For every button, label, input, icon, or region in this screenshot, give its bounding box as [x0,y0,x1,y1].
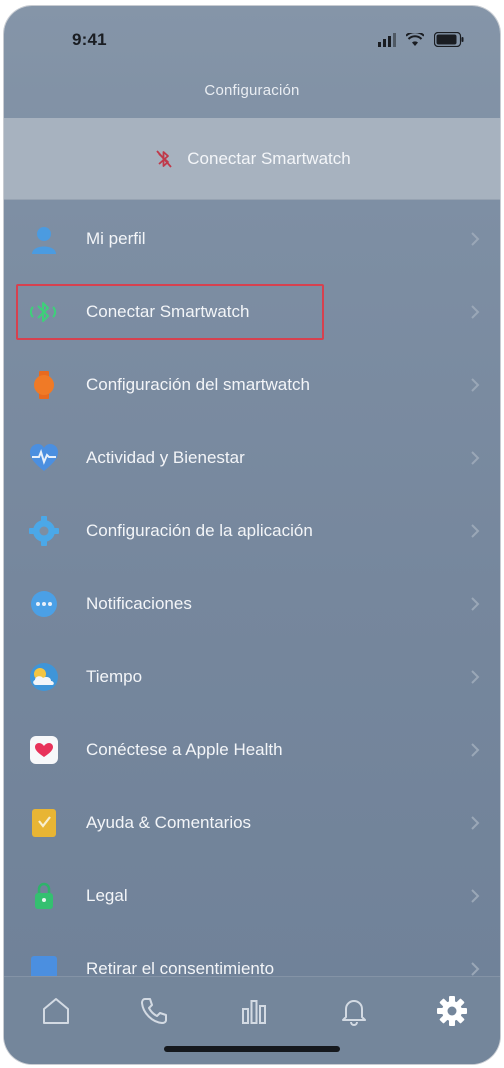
chevron-right-icon [471,961,480,976]
menu-item-label: Notificaciones [86,593,192,613]
menu-item-weather[interactable]: Tiempo [4,640,500,713]
chevron-right-icon [471,231,480,246]
bluetooth-icon [26,294,62,330]
weather-icon [26,659,62,695]
connect-smartwatch-banner[interactable]: Conectar Smartwatch [4,118,500,200]
menu-item-label: Configuración del smartwatch [86,374,310,394]
menu-item-label: Ayuda & Comentarios [86,812,252,832]
menu-item-help-feedback[interactable]: Ayuda & Comentarios [4,786,500,859]
status-icons [378,32,464,47]
tab-stats[interactable] [234,991,274,1031]
chat-bubble-icon [26,586,62,622]
chevron-right-icon [471,669,480,684]
health-icon [26,732,62,768]
signal-icon [378,32,396,47]
tab-settings[interactable] [432,991,472,1031]
phone-icon [141,998,167,1024]
menu-item-withdraw-consent[interactable]: Retirar el consentimiento [4,932,500,978]
bluetooth-off-icon [156,149,172,168]
chevron-right-icon [471,377,480,392]
menu-item-connect-smartwatch[interactable]: Conectar Smartwatch [4,275,500,348]
chevron-right-icon [471,304,480,319]
menu-item-label: Conectar Smartwatch [86,301,250,321]
tab-home[interactable] [36,991,76,1031]
menu-item-activity-wellness[interactable]: Actividad y Bienestar [4,421,500,494]
document-icon [26,951,62,978]
banner-label: Conectar Smartwatch [187,148,351,168]
settings-icon [437,996,467,1026]
menu-item-label: Mi perfil [86,228,146,248]
menu-item-label: Tiempo [86,666,143,686]
menu-item-notifications[interactable]: Notificaciones [4,567,500,640]
status-bar: 9:41 [4,6,500,70]
menu-item-smartwatch-settings[interactable]: Configuración del smartwatch [4,348,500,421]
chevron-right-icon [471,815,480,830]
menu-item-label: Legal [86,885,128,905]
stats-icon [242,1000,266,1024]
tab-notifications[interactable] [334,991,374,1031]
chevron-right-icon [471,450,480,465]
chevron-right-icon [471,888,480,903]
menu-item-label: Actividad y Bienestar [86,447,245,467]
chevron-right-icon [471,523,480,538]
bell-icon [342,1000,366,1026]
home-icon [43,998,69,1024]
battery-icon [434,32,464,47]
tab-phone[interactable] [134,991,174,1031]
gear-icon [26,513,62,549]
heart-activity-icon [26,440,62,476]
menu-item-apple-health[interactable]: Conéctese a Apple Health [4,713,500,786]
lock-icon [26,878,62,914]
watch-icon [26,367,62,403]
chevron-right-icon [471,596,480,611]
page-title: Configuración [204,82,300,99]
chevron-right-icon [471,742,480,757]
home-indicator [164,1046,340,1052]
menu-item-label: Configuración de la aplicación [86,520,313,540]
menu-item-label: Conéctese a Apple Health [86,739,283,759]
phone-screen: 9:41 Configuración Conectar Smartwatch M… [4,6,500,1064]
menu-item-profile[interactable]: Mi perfil [4,202,500,275]
status-time: 9:41 [72,30,107,49]
person-icon [26,221,62,257]
menu-item-legal[interactable]: Legal [4,859,500,932]
settings-menu: Mi perfil Conectar Smartwatch Configurac… [4,202,500,978]
wifi-icon [406,32,424,46]
menu-item-app-settings[interactable]: Configuración de la aplicación [4,494,500,567]
help-icon [26,805,62,841]
